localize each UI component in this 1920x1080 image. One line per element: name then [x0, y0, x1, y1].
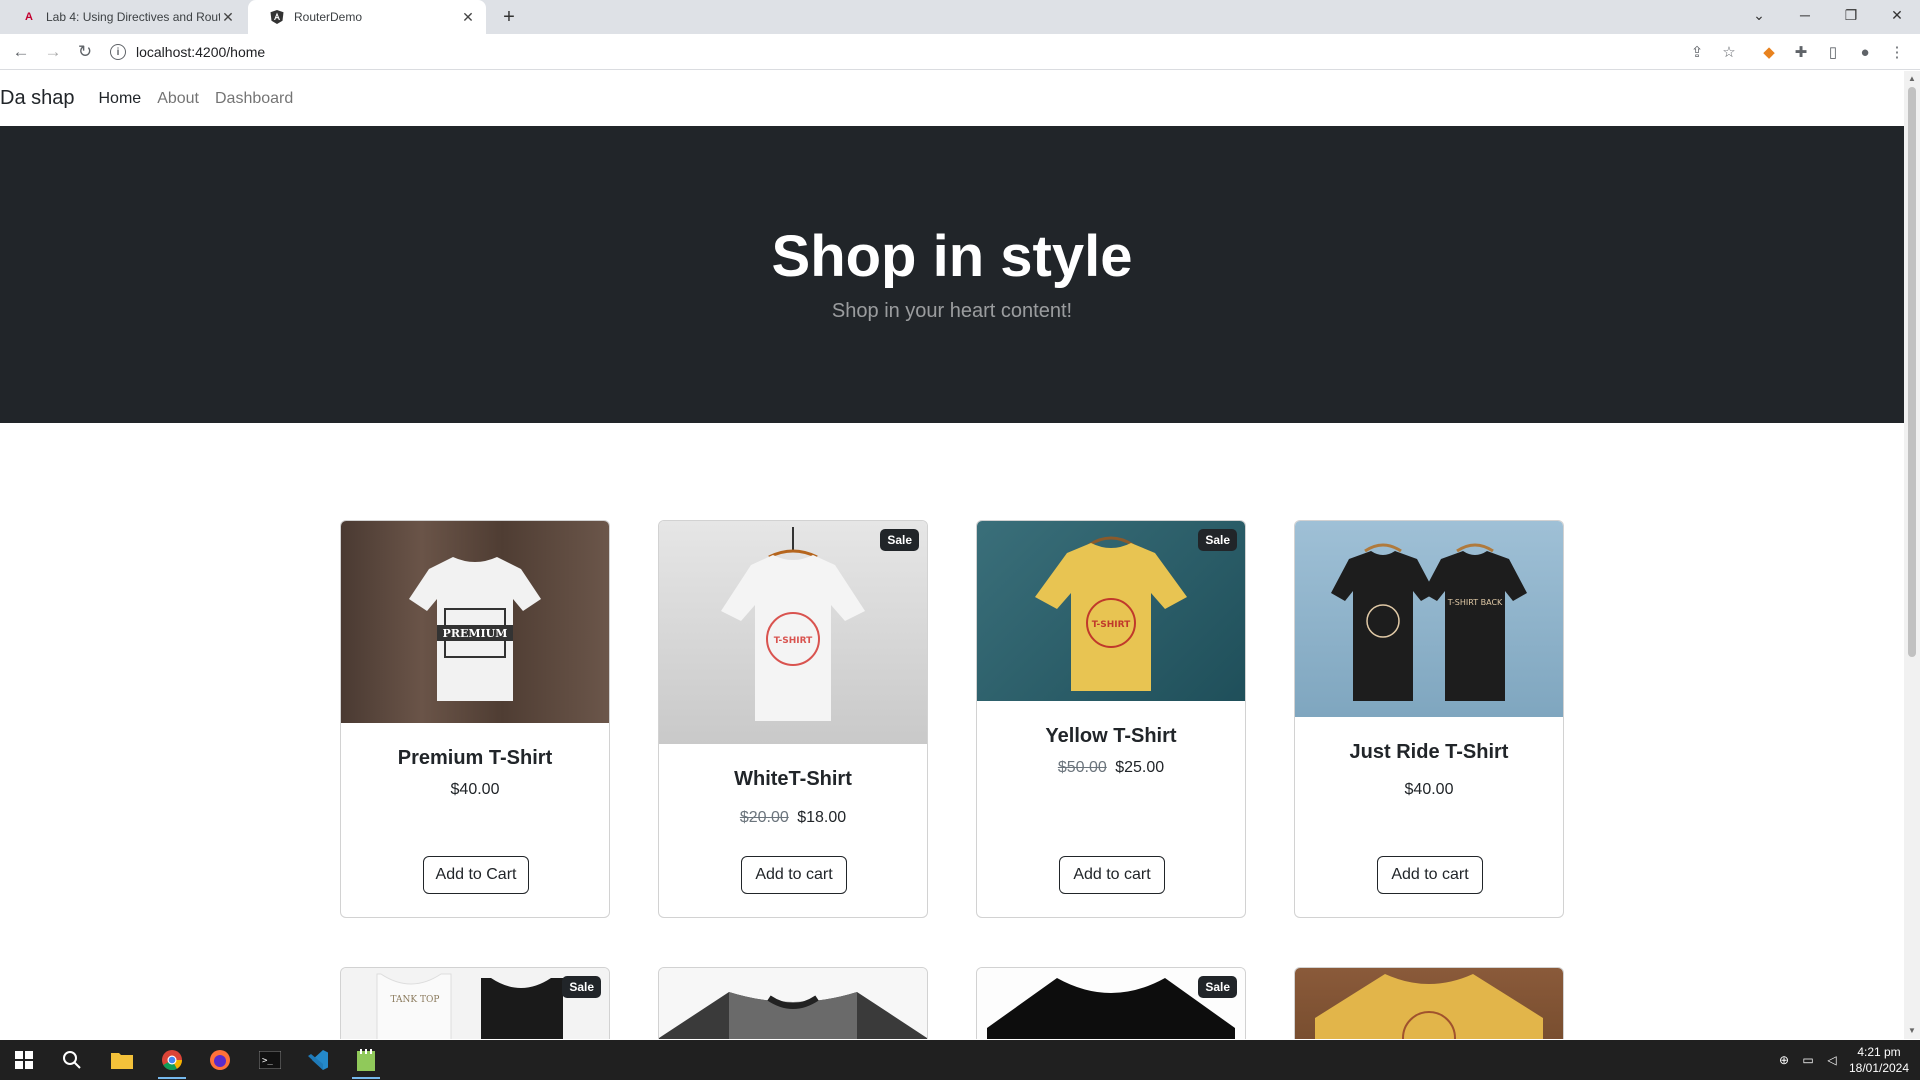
network-settings-icon[interactable]: ⊕ [1776, 1052, 1792, 1068]
close-tab-icon[interactable]: ✕ [220, 9, 236, 26]
clock-time: 4:21 pm [1857, 1045, 1901, 1059]
close-tab-icon[interactable]: ✕ [460, 9, 476, 26]
product-card: T-SHIRT Sale WhiteT-Shirt $20.00 $18.00 … [658, 520, 928, 918]
url-text: localhost:4200/home [136, 44, 266, 60]
reload-icon[interactable]: ↻ [73, 40, 97, 64]
tab-search-chevron-icon[interactable]: ⌄ [1736, 0, 1782, 30]
product-image: T-SHIRT BACK [1295, 521, 1563, 717]
product-card: T-SHIRT Sale Yellow T-Shirt $50.00 $25.0… [976, 520, 1246, 918]
angular-favicon-icon [270, 10, 284, 24]
browser-toolbar: ← → ↻ i localhost:4200/home ⇪ ☆ ◆ ✚ ▯ ● … [0, 34, 1920, 70]
brand-link[interactable]: Da shap [0, 87, 75, 110]
nav-link-home[interactable]: Home [99, 90, 142, 108]
bookmark-star-icon[interactable]: ☆ [1720, 43, 1738, 61]
back-arrow-icon[interactable]: ← [9, 40, 33, 64]
profile-avatar-icon[interactable]: ● [1856, 43, 1874, 61]
nav-link-dashboard[interactable]: Dashboard [215, 90, 293, 108]
product-price: $40.00 [1295, 781, 1563, 799]
product-price: $20.00 $18.00 [659, 809, 927, 827]
site-info-icon[interactable]: i [110, 44, 126, 60]
svg-text:PREMIUM: PREMIUM [443, 627, 508, 640]
current-price: $18.00 [797, 809, 847, 826]
svg-text:T-SHIRT: T-SHIRT [1092, 620, 1131, 630]
hero-subtitle: Shop in your heart content! [831, 300, 1073, 322]
sale-badge: Sale [1198, 529, 1237, 551]
volume-icon[interactable]: ◁ [1824, 1052, 1840, 1068]
product-card [658, 967, 928, 1039]
product-name: Premium T-Shirt [397, 747, 553, 769]
add-to-cart-button[interactable]: Add to cart [1377, 856, 1483, 894]
product-name: Yellow T-Shirt [1045, 725, 1177, 747]
browser-tab-bar: A Lab 4: Using Directives and Routi ✕ Ro… [0, 0, 1920, 34]
product-card [1294, 967, 1564, 1039]
vscode-icon[interactable] [294, 1040, 342, 1080]
product-card: Sale [976, 967, 1246, 1039]
product-price: $50.00 $25.00 [977, 759, 1245, 777]
browser-menu-icon[interactable]: ⋮ [1888, 43, 1906, 61]
sale-badge: Sale [880, 529, 919, 551]
firefox-icon[interactable] [196, 1040, 244, 1080]
forward-arrow-icon[interactable]: → [41, 40, 65, 64]
svg-text:T-SHIRT BACK: T-SHIRT BACK [1447, 598, 1503, 607]
system-clock[interactable]: 4:21 pm 18/01/2024 [1846, 1044, 1912, 1076]
svg-text:TANK TOP: TANK TOP [391, 995, 440, 1005]
new-tab-icon[interactable]: + [498, 6, 520, 28]
share-icon[interactable]: ⇪ [1688, 43, 1706, 61]
extensions-puzzle-icon[interactable]: ✚ [1792, 43, 1810, 61]
add-to-cart-button[interactable]: Add to cart [741, 856, 847, 894]
hero-title: Shop in style [771, 224, 1133, 289]
browser-tab-routerdemo[interactable]: RouterDemo ✕ [248, 0, 486, 34]
chrome-icon[interactable] [148, 1040, 196, 1080]
file-explorer-icon[interactable] [98, 1040, 146, 1080]
tab-title: Lab 4: Using Directives and Routi [46, 10, 220, 24]
windows-taskbar: >_ ⊕ ▭ ◁ 4:21 pm 18/01/2024 [0, 1040, 1920, 1080]
terminal-icon[interactable]: >_ [246, 1040, 294, 1080]
product-card: PREMIUM Premium T-Shirt $40.00 Add to Ca… [340, 520, 610, 918]
browser-tab-lab4[interactable]: A Lab 4: Using Directives and Routi ✕ [0, 0, 246, 34]
side-panel-icon[interactable]: ▯ [1824, 43, 1842, 61]
product-image: PREMIUM [341, 521, 609, 723]
product-image [659, 968, 927, 1039]
add-to-cart-button[interactable]: Add to Cart [423, 856, 529, 894]
close-window-icon[interactable]: ✕ [1874, 0, 1920, 30]
current-price: $25.00 [1115, 759, 1165, 776]
product-name: WhiteT-Shirt [734, 768, 852, 790]
angular-lab-favicon-icon: A [25, 11, 33, 23]
restore-icon[interactable]: ❐ [1828, 0, 1874, 30]
current-price: $40.00 [450, 781, 500, 798]
page-scrollbar[interactable]: ▲ ▼ [1904, 71, 1920, 1039]
page-viewport: Da shap Home About Dashboard Shop in sty… [0, 71, 1904, 1039]
nav-link-about[interactable]: About [157, 90, 199, 108]
product-card: TANK TOP Sale [340, 967, 610, 1039]
tab-title: RouterDemo [294, 10, 363, 24]
notepad-plus-icon[interactable] [342, 1040, 390, 1080]
product-image: T-SHIRT [659, 521, 927, 744]
address-bar[interactable]: i localhost:4200/home [110, 37, 1700, 67]
sale-badge: Sale [1198, 976, 1237, 998]
metamask-extension-icon[interactable]: ◆ [1760, 43, 1778, 61]
hero-banner: Shop in style Shop in your heart content… [0, 126, 1904, 423]
product-price: $40.00 [341, 781, 609, 799]
svg-text:T-SHIRT: T-SHIRT [774, 636, 813, 646]
minimize-icon[interactable]: ─ [1782, 0, 1828, 30]
scroll-down-arrow-icon[interactable]: ▼ [1908, 1026, 1916, 1035]
sale-badge: Sale [562, 976, 601, 998]
clock-date: 18/01/2024 [1848, 1061, 1910, 1075]
scrollbar-thumb[interactable] [1908, 87, 1916, 657]
original-price: $50.00 [1057, 759, 1107, 776]
product-card: T-SHIRT BACK Just Ride T-Shirt $40.00 Ad… [1294, 520, 1564, 918]
svg-text:>_: >_ [262, 1056, 273, 1066]
site-navbar: Da shap Home About Dashboard [0, 71, 1904, 126]
search-icon[interactable] [48, 1040, 96, 1080]
windows-start-icon[interactable] [0, 1040, 48, 1080]
scroll-up-arrow-icon[interactable]: ▲ [1908, 74, 1916, 83]
product-image [1295, 968, 1563, 1039]
current-price: $40.00 [1404, 781, 1454, 798]
wifi-network-icon[interactable]: ▭ [1800, 1052, 1816, 1068]
original-price: $20.00 [739, 809, 789, 826]
add-to-cart-button[interactable]: Add to cart [1059, 856, 1165, 894]
product-name: Just Ride T-Shirt [1349, 741, 1509, 763]
